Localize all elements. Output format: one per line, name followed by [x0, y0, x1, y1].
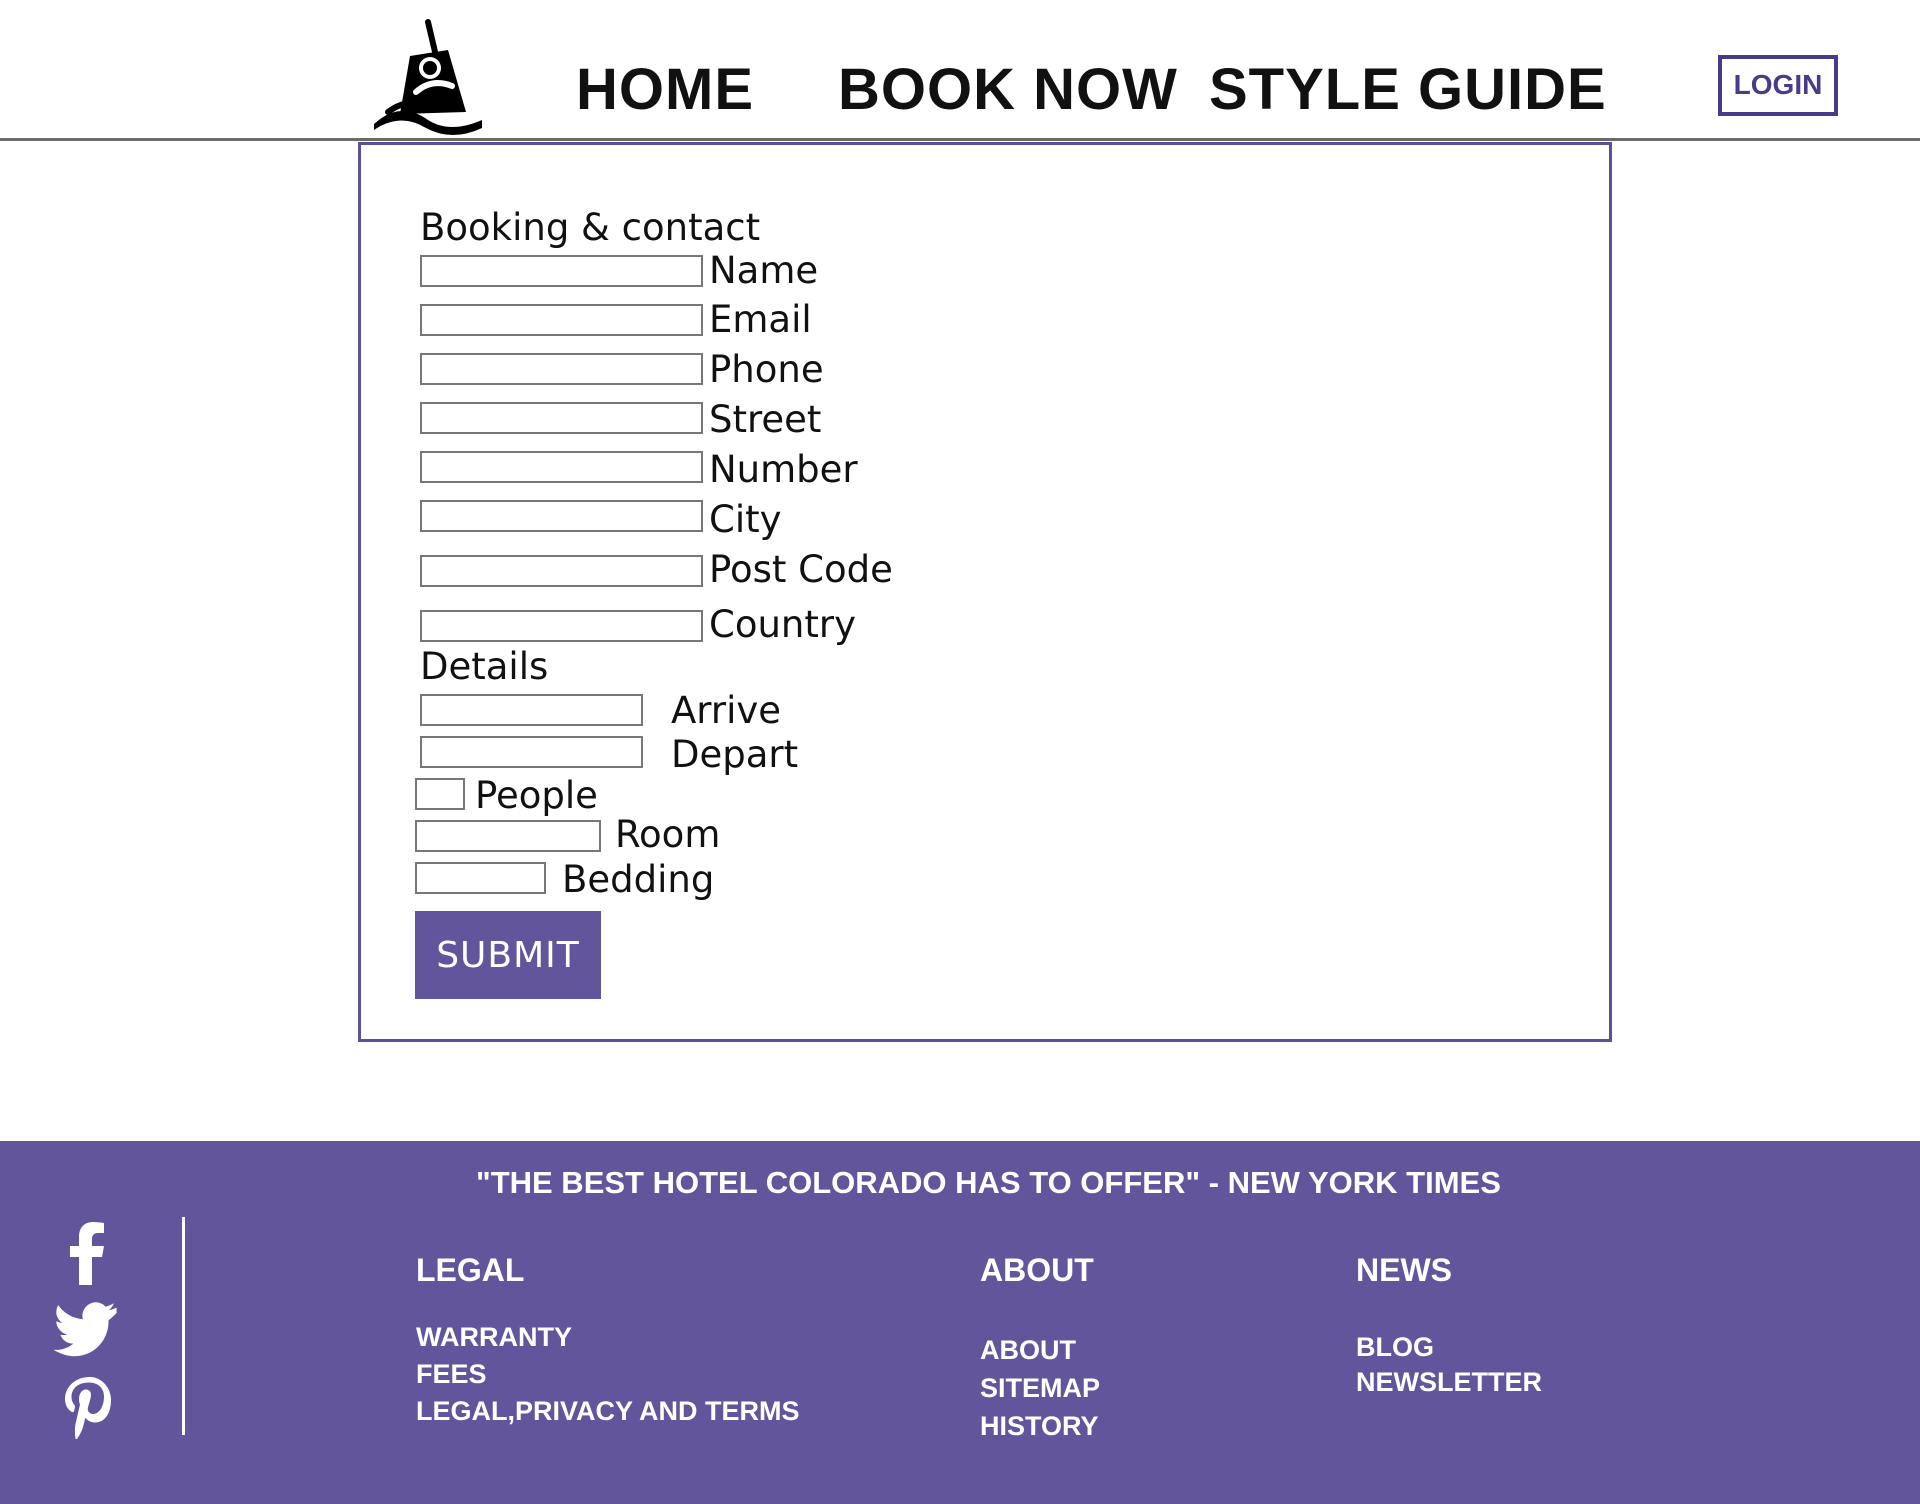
footer-divider — [182, 1217, 185, 1435]
press-quote: "THE BEST HOTEL COLORADO HAS TO OFFER" -… — [476, 1165, 1501, 1200]
footer-link-warranty[interactable]: WARRANTY — [416, 1321, 572, 1353]
arrive-label: Arrive — [671, 689, 782, 732]
number-input[interactable] — [420, 451, 703, 483]
post-code-label: Post Code — [709, 548, 893, 591]
street-label: Street — [709, 398, 822, 441]
depart-input[interactable] — [420, 736, 643, 768]
nav-book-now[interactable]: BOOK NOW — [838, 58, 1178, 122]
kayak-logo-icon[interactable] — [370, 16, 490, 140]
site-header: HOME BOOK NOW STYLE GUIDE LOGIN — [0, 0, 1920, 141]
bedding-label: Bedding — [562, 858, 715, 901]
country-label: Country — [709, 603, 856, 646]
country-input[interactable] — [420, 610, 703, 642]
bedding-input[interactable] — [415, 862, 546, 894]
footer-link-sitemap[interactable]: SITEMAP — [980, 1372, 1100, 1404]
street-input[interactable] — [420, 402, 703, 434]
post-code-input[interactable] — [420, 555, 703, 587]
email-input[interactable] — [420, 304, 703, 336]
footer-link-fees[interactable]: FEES — [416, 1358, 487, 1390]
facebook-icon[interactable] — [54, 1219, 122, 1287]
nav-home[interactable]: HOME — [576, 58, 754, 122]
email-label: Email — [709, 298, 812, 341]
site-footer: "THE BEST HOTEL COLORADO HAS TO OFFER" -… — [0, 1141, 1920, 1504]
footer-heading-legal: LEGAL — [416, 1252, 525, 1288]
section-title-details: Details — [420, 645, 549, 688]
login-button[interactable]: LOGIN — [1718, 55, 1838, 116]
footer-link-history[interactable]: HISTORY — [980, 1410, 1099, 1442]
pinterest-icon[interactable] — [54, 1373, 122, 1441]
city-label: City — [709, 498, 782, 541]
footer-link-about[interactable]: ABOUT — [980, 1334, 1076, 1366]
city-input[interactable] — [420, 500, 703, 532]
section-title-booking-contact: Booking & contact — [420, 206, 761, 249]
name-label: Name — [709, 249, 819, 292]
name-input[interactable] — [420, 255, 703, 287]
depart-label: Depart — [671, 733, 799, 776]
twitter-icon[interactable] — [54, 1297, 122, 1365]
submit-button[interactable]: SUBMIT — [415, 911, 601, 999]
room-input[interactable] — [415, 820, 601, 852]
footer-heading-news: NEWS — [1356, 1252, 1452, 1288]
people-label: People — [475, 774, 598, 817]
arrive-input[interactable] — [420, 694, 643, 726]
people-input[interactable] — [415, 778, 465, 810]
number-label: Number — [709, 448, 858, 491]
footer-link-newsletter[interactable]: NEWSLETTER — [1356, 1366, 1542, 1398]
phone-input[interactable] — [420, 353, 703, 385]
room-label: Room — [615, 813, 721, 856]
footer-heading-about: ABOUT — [980, 1252, 1094, 1288]
footer-link-blog[interactable]: BLOG — [1356, 1331, 1434, 1363]
nav-style-guide[interactable]: STYLE GUIDE — [1209, 58, 1607, 122]
phone-label: Phone — [709, 348, 824, 391]
footer-link-legal-privacy-terms[interactable]: LEGAL,PRIVACY AND TERMS — [416, 1395, 800, 1427]
page: HOME BOOK NOW STYLE GUIDE LOGIN Booking … — [0, 0, 1920, 1504]
